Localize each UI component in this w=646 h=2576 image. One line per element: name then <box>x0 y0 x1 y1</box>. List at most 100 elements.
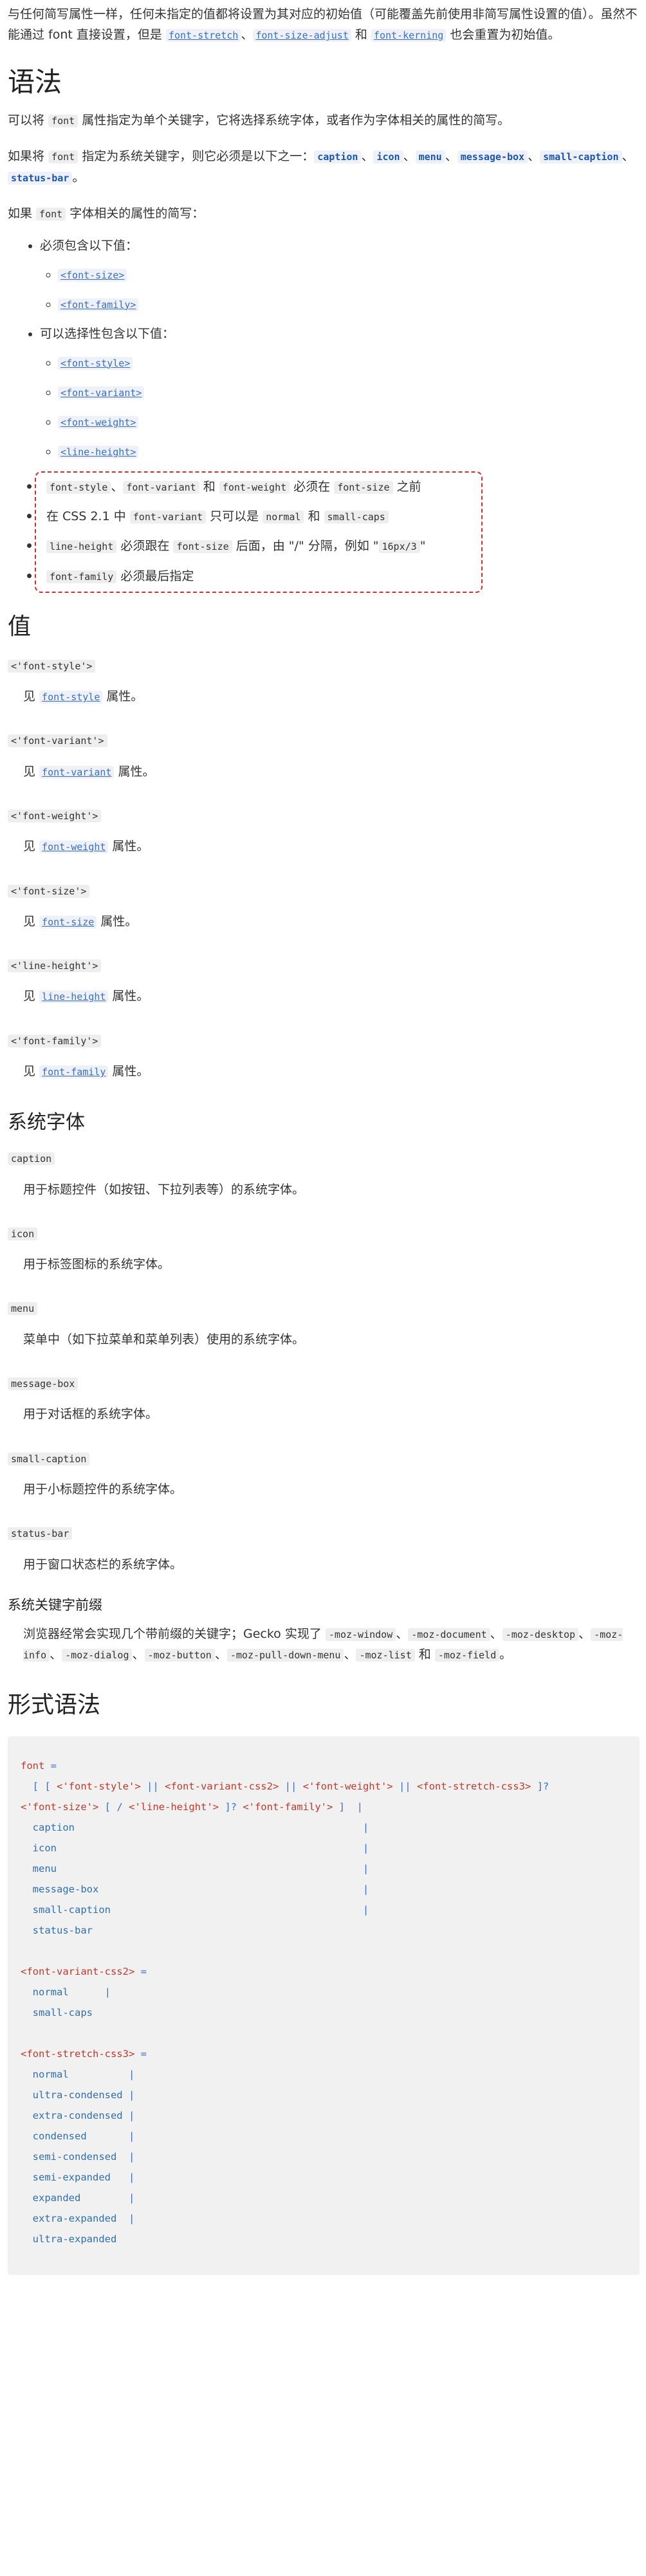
syntax-token: | <box>80 2191 135 2204</box>
syntax-token: | <box>110 1903 369 1916</box>
list-item: <font-size> <box>58 264 640 285</box>
code-font: font <box>48 114 78 128</box>
link-font-weight[interactable]: font-weight <box>39 840 109 854</box>
code: font-variant <box>129 511 207 524</box>
text: 。 <box>72 170 85 185</box>
see-suffix: 属性。 <box>97 914 138 929</box>
separator: 、 <box>214 1647 227 1662</box>
system-keyword-icon: icon <box>373 150 403 164</box>
code: font-family <box>46 570 117 583</box>
value-term: <'font-family'> <box>8 1030 640 1051</box>
syntax-token: small-caps <box>21 2006 93 2018</box>
syntax-token: || <box>140 1780 165 1792</box>
text: 、 <box>111 479 124 494</box>
value-term: <'font-variant'> <box>8 730 640 750</box>
syntax-token: | <box>116 2150 135 2163</box>
separator: 、 <box>528 149 540 164</box>
link-line-height[interactable]: line-height <box>39 990 109 1004</box>
text: 和 <box>199 479 219 494</box>
prefixed-keyword: -moz-list <box>356 1648 415 1662</box>
separator: 和 <box>414 1647 435 1662</box>
system-font-term: menu <box>8 1298 640 1318</box>
value-description: 见 font-weight 属性。 <box>23 836 640 857</box>
text: 可以将 <box>8 113 49 128</box>
syntax-token: <'font-size'> <box>21 1800 99 1813</box>
syntax-token: | <box>57 1862 369 1874</box>
link-font-size-adjust[interactable]: font-size-adjust <box>253 29 351 42</box>
system-font-description: 用于窗口状态栏的系统字体。 <box>23 1557 183 1572</box>
system-font-code: message-box <box>8 1377 78 1391</box>
rule-item: line-height 必须跟在 font-size 后面，由 "/" 分隔，例… <box>27 536 475 556</box>
value-description: 见 font-family 属性。 <box>23 1061 640 1082</box>
system-font-code: status-bar <box>8 1527 73 1541</box>
link-font-size[interactable]: <font-size> <box>58 268 127 282</box>
syntax-token: condensed <box>21 2130 87 2142</box>
link-font-weight[interactable]: <font-weight> <box>58 416 139 430</box>
syntax-token: | <box>86 2130 135 2142</box>
syntax-token: || <box>279 1780 303 1792</box>
syntax-token: font <box>21 1759 45 1772</box>
separator: 、 <box>344 1647 356 1662</box>
see-prefix: 见 <box>23 689 40 704</box>
system-font-description: 用于标题控件（如按钮、下拉列表等）的系统字体。 <box>23 1182 305 1197</box>
syntax-token: | <box>116 2212 135 2224</box>
syntax-token: ] | <box>333 1800 363 1813</box>
link-font-stretch[interactable]: font-stretch <box>165 29 241 42</box>
see-prefix: 见 <box>23 989 40 1004</box>
link-font-size[interactable]: font-size <box>39 915 97 929</box>
prefixed-keyword: -moz-field <box>434 1648 500 1662</box>
value-term: <'font-style'> <box>8 655 640 676</box>
system-font-term: message-box <box>8 1373 640 1393</box>
list-item: <font-style> <box>58 352 640 373</box>
ordering-rules-box: font-style、 font-variant 和 font-weight 必须… <box>27 471 483 593</box>
link-font-family[interactable]: <font-family> <box>58 298 139 311</box>
code: small-caps <box>324 511 389 524</box>
value-term: <'font-size'> <box>8 880 640 901</box>
see-suffix: 属性。 <box>108 989 149 1004</box>
intro-text: 和 <box>351 28 371 42</box>
syntax-token <box>21 1945 26 1957</box>
syntax-token: icon <box>21 1842 57 1854</box>
formal-syntax-heading: 形式语法 <box>8 1692 101 1719</box>
values-definition-list: <'font-style'> 见 font-style 属性。 <'font-var… <box>8 655 640 1082</box>
syntax-heading: 语法 <box>8 66 62 98</box>
separator: 、 <box>50 1647 62 1662</box>
separator: 、 <box>445 149 457 164</box>
formal-syntax-block: font = [ [ <'font-style'> || <font-varia… <box>8 1736 640 2275</box>
separator: 、 <box>578 1626 591 1641</box>
code-font: font <box>48 150 78 164</box>
list-item: <font-weight> <box>58 412 640 432</box>
syntax-paragraph-1: 可以将 font 属性指定为单个关键字，它将选择系统字体，或者作为字体相关的属性… <box>8 110 640 131</box>
value-description: 见 font-style 属性。 <box>23 686 640 707</box>
link-font-variant[interactable]: <font-variant> <box>58 386 145 399</box>
syntax-token: | <box>68 2068 135 2080</box>
code: font-size <box>334 480 393 494</box>
syntax-token: <'line-height'> <box>129 1800 219 1813</box>
text: 只可以是 <box>206 509 263 524</box>
system-fonts-heading: 系统字体 <box>8 1111 85 1134</box>
see-prefix: 见 <box>23 914 40 929</box>
syntax-token: | <box>68 1986 111 1998</box>
link-font-style[interactable]: <font-style> <box>58 356 133 370</box>
link-font-variant[interactable]: font-variant <box>39 765 115 779</box>
system-keyword-status-bar: status-bar <box>8 171 73 185</box>
text: 指定为系统关键字，则它必须是以下之一： <box>78 149 315 164</box>
syntax-paragraph-2: 如果将 font 指定为系统关键字，则它必须是以下之一： caption、 icon… <box>8 146 640 188</box>
value-description: 见 line-height 属性。 <box>23 986 640 1006</box>
value-term: <'line-height'> <box>8 955 640 975</box>
syntax-token: small-caption <box>21 1903 111 1916</box>
syntax-token: ultra-expanded <box>21 2233 117 2245</box>
system-font-term: small-caption <box>8 1448 640 1469</box>
text: 如果 <box>8 206 37 221</box>
link-font-family[interactable]: font-family <box>39 1066 109 1078</box>
code: font-size <box>173 540 232 554</box>
separator: 、 <box>490 1626 503 1641</box>
article: 与任何简写属性一样，任何未指定的值都将设置为其对应的初始值（可能覆盖先前使用非简… <box>0 4 646 2275</box>
link-font-kerning[interactable]: font-kerning <box>371 29 447 42</box>
link-font-style[interactable]: font-style <box>39 691 103 704</box>
value-term: <'font-weight'> <box>8 805 640 826</box>
list-item: <line-height> <box>58 441 640 462</box>
value-description: 见 font-size 属性。 <box>23 911 640 932</box>
code: line-height <box>46 540 117 554</box>
link-line-height[interactable]: <line-height> <box>58 446 139 459</box>
